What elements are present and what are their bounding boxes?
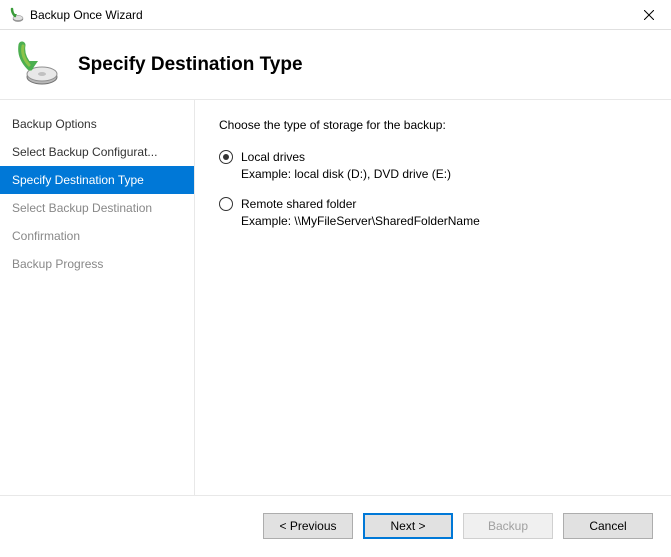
sidebar-item-specify-destination-type[interactable]: Specify Destination Type — [0, 166, 194, 194]
radio-indicator — [219, 150, 233, 164]
close-button[interactable] — [626, 0, 671, 30]
previous-button[interactable]: < Previous — [263, 513, 353, 539]
page-title: Specify Destination Type — [78, 54, 303, 76]
radio-remote-shared-folder[interactable]: Remote shared folder — [219, 197, 647, 211]
titlebar: Backup Once Wizard — [0, 0, 671, 30]
radio-example-text: Example: local disk (D:), DVD drive (E:) — [241, 167, 647, 181]
cancel-button[interactable]: Cancel — [563, 513, 653, 539]
radio-option-remote-shared-folder: Remote shared folder Example: \\MyFileSe… — [219, 197, 647, 228]
radio-indicator — [219, 197, 233, 211]
radio-label: Local drives — [241, 150, 305, 164]
instruction-text: Choose the type of storage for the backu… — [219, 118, 647, 132]
next-button[interactable]: Next > — [363, 513, 453, 539]
sidebar-item-backup-progress: Backup Progress — [0, 250, 194, 278]
footer: < Previous Next > Backup Cancel — [0, 495, 671, 555]
main-panel: Choose the type of storage for the backu… — [195, 100, 671, 495]
sidebar-item-backup-options[interactable]: Backup Options — [0, 110, 194, 138]
window-title: Backup Once Wizard — [30, 8, 143, 22]
header-section: Specify Destination Type — [0, 30, 671, 100]
radio-local-drives[interactable]: Local drives — [219, 150, 647, 164]
content-area: Backup Options Select Backup Configurat.… — [0, 100, 671, 495]
app-icon — [8, 7, 24, 23]
wizard-icon — [12, 41, 60, 89]
sidebar: Backup Options Select Backup Configurat.… — [0, 100, 195, 495]
radio-label: Remote shared folder — [241, 197, 356, 211]
sidebar-item-select-backup-config[interactable]: Select Backup Configurat... — [0, 138, 194, 166]
backup-button: Backup — [463, 513, 553, 539]
radio-example-text: Example: \\MyFileServer\SharedFolderName — [241, 214, 647, 228]
sidebar-item-confirmation: Confirmation — [0, 222, 194, 250]
sidebar-item-select-backup-destination: Select Backup Destination — [0, 194, 194, 222]
radio-option-local-drives: Local drives Example: local disk (D:), D… — [219, 150, 647, 181]
